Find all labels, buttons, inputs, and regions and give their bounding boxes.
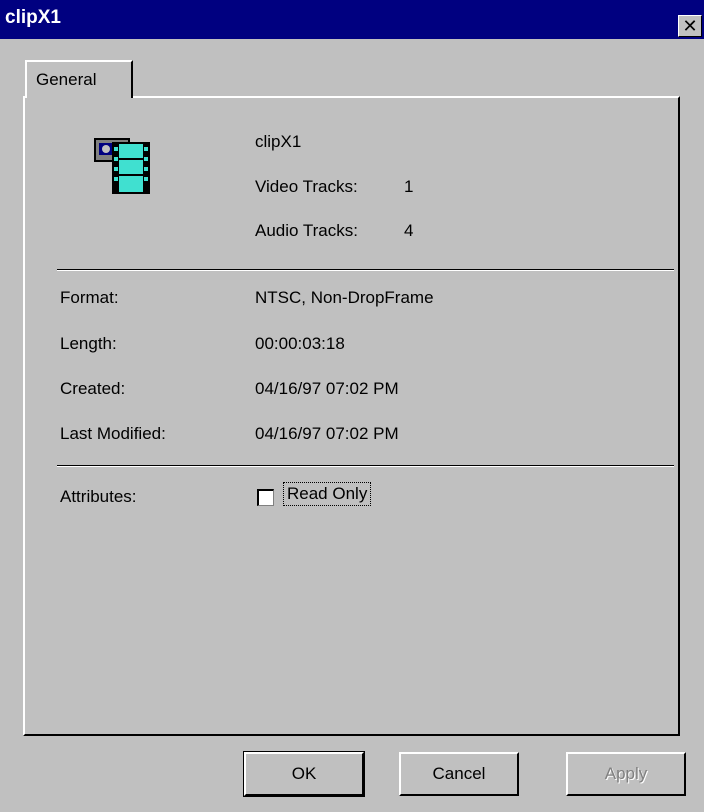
audio-tracks-label: Audio Tracks: [255,221,358,240]
format-label: Format: [60,288,119,307]
window-title: clipX1 [5,7,61,28]
last-modified-label: Last Modified: [60,424,166,443]
last-modified-value: 04/16/97 07:02 PM [255,424,399,443]
film-clip-icon [94,138,150,194]
ok-button-label: OK [291,764,317,783]
read-only-label[interactable]: Read Only [282,482,372,506]
separator-bottom [57,465,674,467]
created-label: Created: [60,379,126,398]
ok-button[interactable]: OK [243,751,365,797]
video-tracks-label: Video Tracks: [255,177,358,196]
length-value: 00:00:03:18 [255,334,345,353]
tab-general-label: General [36,70,97,89]
created-value: 04/16/97 07:02 PM [255,379,399,398]
properties-dialog: clipX1 ✕ General clipX1 Video Tracks: 1 … [0,0,704,812]
close-icon: ✕ [682,16,698,36]
apply-button[interactable]: Apply [566,752,686,796]
separator-top [57,269,674,271]
cancel-button[interactable]: Cancel [399,752,519,796]
close-button[interactable]: ✕ [678,15,702,37]
audio-tracks-value: 4 [404,221,414,240]
video-tracks-value: 1 [404,177,414,196]
length-label: Length: [60,334,117,353]
cancel-button-label: Cancel [432,764,486,783]
title-bar[interactable]: clipX1 ✕ [0,0,704,39]
format-value: NTSC, Non-DropFrame [255,288,434,307]
read-only-checkbox[interactable] [257,489,274,506]
clip-name: clipX1 [255,132,302,151]
apply-button-label: Apply [604,764,648,783]
tab-general[interactable]: General [25,60,133,98]
attributes-label: Attributes: [60,487,137,506]
